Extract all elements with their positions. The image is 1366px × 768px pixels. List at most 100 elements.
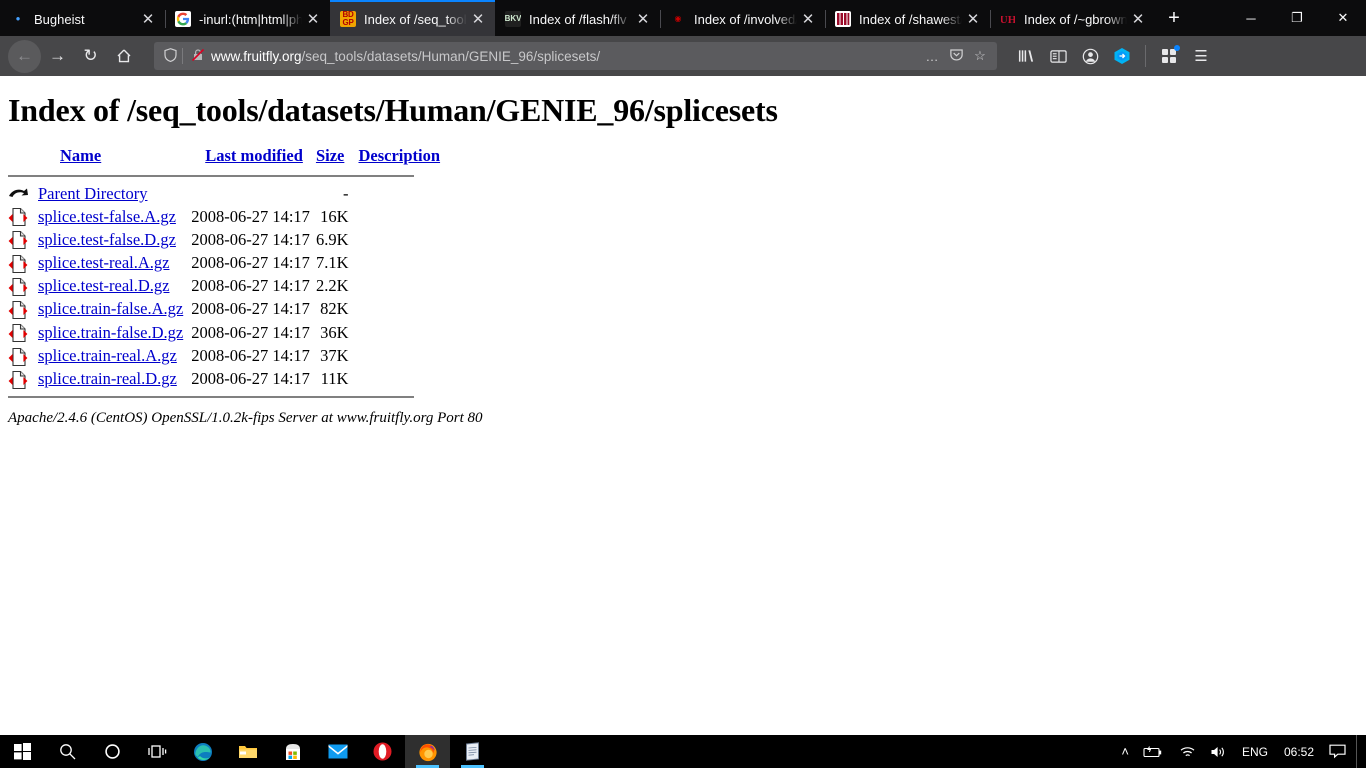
tray-chevron-icon[interactable]: ˄ <box>1114 735 1136 768</box>
toolbar-divider <box>1145 45 1146 67</box>
pocket-icon[interactable] <box>945 47 967 65</box>
table-head: Name Last modified Size Description <box>8 146 440 183</box>
file-link[interactable]: splice.train-false.A.gz <box>38 299 183 318</box>
task-view-button[interactable] <box>135 735 180 768</box>
table-row[interactable]: splice.test-false.D.gz 2008-06-27 14:17 6.… <box>8 228 440 251</box>
bookmark-star-icon[interactable]: ☆ <box>969 48 991 64</box>
table-row[interactable]: splice.test-real.D.gz 2008-06-27 14:17 2.2… <box>8 275 440 298</box>
tab-bugheist[interactable]: ● Bugheist ✕ <box>0 2 165 36</box>
row-size-cell: - <box>342 184 349 203</box>
forward-button[interactable]: → <box>41 40 74 73</box>
sidebar-icon[interactable] <box>1043 41 1073 71</box>
bullet-favicon-icon: ● <box>15 14 21 23</box>
compressed-file-icon <box>8 230 28 250</box>
tab-close-icon[interactable]: ✕ <box>1127 12 1149 27</box>
table-row[interactable]: splice.train-false.A.gz 2008-06-27 14:17 8… <box>8 298 440 321</box>
battery-icon[interactable] <box>1136 735 1172 768</box>
clock[interactable]: 06:52 <box>1276 745 1322 759</box>
new-tab-button[interactable]: + <box>1155 0 1193 36</box>
file-explorer-button[interactable] <box>225 735 270 768</box>
back-button[interactable]: ← <box>8 39 41 73</box>
file-link[interactable]: splice.test-false.D.gz <box>38 230 176 249</box>
tab-index-of-involved[interactable]: ◉ Index of /involved/_ ✕ <box>660 2 825 36</box>
file-link[interactable]: splice.train-false.D.gz <box>38 323 183 342</box>
sort-by-description-link[interactable]: Description <box>358 146 440 165</box>
tab-index-of-flash-flv[interactable]: BKV Index of /flash/flv ✕ <box>495 2 660 36</box>
tab-index-of-shawest[interactable]: Index of /shawest/P ✕ <box>825 2 990 36</box>
tab-google-search[interactable]: -inurl:(htm|html|php ✕ <box>165 2 330 36</box>
header-size: Size <box>316 146 355 170</box>
tab-index-of-gbrown[interactable]: UH Index of /~gbrown ✕ <box>990 2 1155 36</box>
row-size-cell: 36K <box>320 322 349 342</box>
account-icon[interactable] <box>1075 41 1105 71</box>
row-size-cell: 11K <box>320 369 349 389</box>
page-actions-icon[interactable]: … <box>921 49 943 64</box>
microsoft-store-button[interactable] <box>270 735 315 768</box>
table-top-rule-cell <box>8 170 440 183</box>
table-row[interactable]: splice.train-real.A.gz 2008-06-27 14:17 37… <box>8 344 440 367</box>
broken-lock-icon[interactable] <box>189 48 207 65</box>
sort-by-name-link[interactable]: Name <box>60 146 101 165</box>
file-link[interactable]: splice.train-real.D.gz <box>38 369 177 388</box>
wifi-icon[interactable] <box>1172 735 1203 768</box>
tab-title: Index of /flash/flv <box>529 11 627 27</box>
opera-button[interactable] <box>360 735 405 768</box>
url-text[interactable]: www.fruitfly.org/seq_tools/datasets/Huma… <box>207 49 921 64</box>
tab-close-icon[interactable]: ✕ <box>797 12 819 27</box>
search-button[interactable] <box>45 735 90 768</box>
extension-icon[interactable] <box>1154 41 1184 71</box>
reload-button[interactable]: ↻ <box>74 40 107 73</box>
header-description: Description <box>354 146 440 170</box>
notification-icon[interactable] <box>1322 735 1352 768</box>
tab-title: Index of /seq_tools/ <box>364 11 467 27</box>
mail-button[interactable] <box>315 735 360 768</box>
restore-button[interactable]: ❐ <box>1274 0 1320 36</box>
file-link[interactable]: splice.train-real.A.gz <box>38 346 177 365</box>
container-icon[interactable] <box>1107 41 1137 71</box>
start-button[interactable] <box>0 735 45 768</box>
edge-button[interactable] <box>180 735 225 768</box>
table-row-parent[interactable]: Parent Directory - <box>8 183 440 205</box>
row-name-cell: splice.train-real.D.gz <box>38 368 191 391</box>
sort-by-size-link[interactable]: Size <box>316 146 344 165</box>
show-desktop-button[interactable] <box>1356 735 1362 768</box>
table-row[interactable]: splice.test-false.A.gz 2008-06-27 14:17 16… <box>8 205 440 228</box>
table-row[interactable]: splice.train-false.D.gz 2008-06-27 14:17 3… <box>8 321 440 344</box>
row-description-cell <box>354 344 440 367</box>
page-content: Index of /seq_tools/datasets/Human/GENIE… <box>0 76 1366 735</box>
parent-directory-link[interactable]: Parent Directory <box>38 184 148 203</box>
row-icon-cell <box>8 275 38 298</box>
file-link[interactable]: splice.test-real.D.gz <box>38 276 169 295</box>
tab-close-icon[interactable]: ✕ <box>137 12 159 27</box>
row-icon-cell <box>8 344 38 367</box>
tab-title: Index of /involved/_ <box>694 11 797 27</box>
app-menu-icon[interactable]: ☰ <box>1186 41 1216 71</box>
row-description-cell <box>354 298 440 321</box>
url-bar[interactable]: www.fruitfly.org/seq_tools/datasets/Huma… <box>154 42 997 70</box>
urlbar-divider <box>182 48 183 64</box>
google-favicon-icon <box>175 11 191 27</box>
row-icon-cell <box>8 298 38 321</box>
volume-icon[interactable] <box>1203 735 1234 768</box>
language-indicator[interactable]: ENG <box>1234 745 1276 759</box>
home-button[interactable] <box>107 40 140 73</box>
firefox-button[interactable] <box>405 735 450 768</box>
table-row[interactable]: splice.train-real.D.gz 2008-06-27 14:17 11… <box>8 368 440 391</box>
table-row[interactable]: splice.test-real.A.gz 2008-06-27 14:17 7.1… <box>8 251 440 274</box>
notepad-button[interactable] <box>450 735 495 768</box>
tab-close-icon[interactable]: ✕ <box>632 12 654 27</box>
tab-close-icon[interactable]: ✕ <box>302 12 324 27</box>
row-description-cell <box>354 275 440 298</box>
tracking-protection-shield-icon[interactable] <box>160 47 180 65</box>
close-window-button[interactable]: ✕ <box>1320 0 1366 36</box>
file-link[interactable]: splice.test-false.A.gz <box>38 207 176 226</box>
tab-close-icon[interactable]: ✕ <box>467 12 489 27</box>
sort-by-date-link[interactable]: Last modified <box>205 146 303 165</box>
row-name-cell: splice.test-false.D.gz <box>38 228 191 251</box>
minimize-button[interactable]: ─ <box>1228 0 1274 36</box>
tab-close-icon[interactable]: ✕ <box>962 12 984 27</box>
file-link[interactable]: splice.test-real.A.gz <box>38 253 169 272</box>
tab-index-of-seq-tools[interactable]: BD GP Index of /seq_tools/ ✕ <box>330 0 495 36</box>
library-icon[interactable] <box>1011 41 1041 71</box>
cortana-button[interactable] <box>90 735 135 768</box>
